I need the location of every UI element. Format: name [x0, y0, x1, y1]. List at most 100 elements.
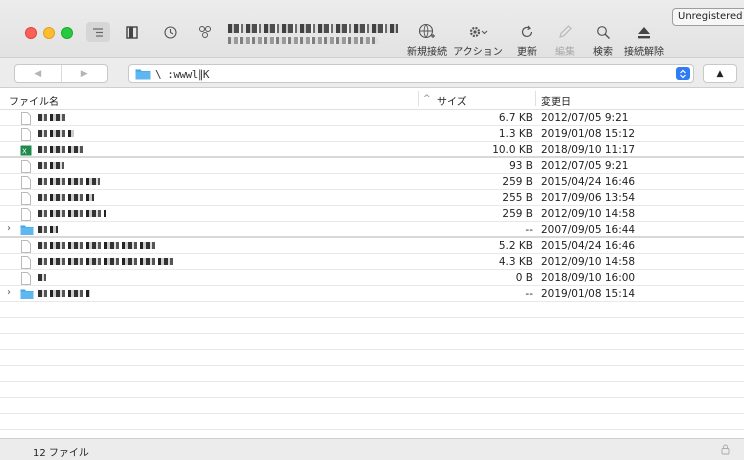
empty-row: [0, 366, 744, 382]
file-modified: 2012/09/10 14:58: [541, 208, 636, 220]
search-label: 検索: [593, 47, 613, 58]
file-size: --: [525, 224, 533, 236]
disconnect-label: 接続解除: [624, 47, 664, 58]
close-window-button[interactable]: [25, 27, 37, 39]
gear-icon: [469, 26, 488, 38]
file-name-redacted: [38, 178, 100, 185]
new-connection-label: 新規接続: [407, 47, 447, 58]
file-modified: 2007/09/05 16:44: [541, 224, 636, 236]
column-divider: [418, 91, 419, 106]
toolbar: 新規接続 アクション 更新 編集 検索 接続解除 Unregistered: [0, 0, 744, 58]
file-name-redacted: [38, 258, 174, 265]
file-name-redacted: [38, 242, 158, 249]
file-modified: 2019/01/08 15:12: [541, 128, 636, 140]
column-size[interactable]: サイズ: [437, 93, 467, 108]
search-button[interactable]: 検索: [588, 20, 618, 58]
file-name-redacted: [38, 194, 94, 201]
file-size: 10.0 KB: [492, 144, 533, 156]
lock-icon: [721, 444, 730, 458]
file-size: 255 B: [502, 192, 533, 204]
back-button[interactable]: ◀: [15, 65, 61, 82]
empty-row: [0, 430, 744, 436]
file-modified: 2015/04/24 16:46: [541, 176, 636, 188]
server-name-redacted: [228, 24, 398, 33]
table-row[interactable]: 259 B 2015/04/24 16:46: [0, 174, 744, 190]
empty-row: [0, 398, 744, 414]
table-row[interactable]: › -- 2019/01/08 15:14: [0, 286, 744, 302]
server-info: [228, 20, 403, 48]
history-icon[interactable]: [160, 22, 180, 42]
file-size: 5.2 KB: [498, 240, 533, 252]
file-size: 1.3 KB: [498, 128, 533, 140]
column-header: ファイル名 ^ サイズ 変更日: [0, 88, 744, 110]
file-size: 259 B: [502, 176, 533, 188]
column-modified[interactable]: 変更日: [541, 93, 571, 108]
file-size: 259 B: [502, 208, 533, 220]
file-name-redacted: [38, 114, 68, 121]
path-dropdown-icon[interactable]: [676, 67, 690, 80]
path-selector[interactable]: \ :wwwl∥K: [128, 64, 694, 83]
file-modified: 2018/09/10 16:00: [541, 272, 636, 284]
refresh-label: 更新: [517, 47, 537, 58]
table-row[interactable]: 5.2 KB 2015/04/24 16:46: [0, 238, 744, 254]
file-list[interactable]: 6.7 KB 2012/07/05 9:21 1.3 KB 2019/01/08…: [0, 110, 744, 436]
table-row[interactable]: › -- 2007/09/05 16:44: [0, 222, 744, 238]
bookmark-icon[interactable]: [122, 22, 142, 42]
svg-text:X: X: [22, 148, 27, 156]
folder-icon: [20, 224, 34, 239]
empty-row: [0, 350, 744, 366]
file-modified: 2019/01/08 15:14: [541, 288, 636, 300]
maximize-window-button[interactable]: [61, 27, 73, 39]
disclosure-triangle-icon[interactable]: ›: [7, 287, 11, 298]
file-modified: 2012/07/05 9:21: [541, 112, 629, 124]
table-row[interactable]: 255 B 2017/09/06 13:54: [0, 190, 744, 206]
edit-button[interactable]: 編集: [550, 20, 580, 58]
folder-name-redacted: [38, 226, 58, 233]
edit-label: 編集: [555, 47, 575, 58]
table-row[interactable]: X 10.0 KB 2018/09/10 11:17: [0, 142, 744, 158]
share-icon[interactable]: [195, 22, 215, 42]
table-row[interactable]: 0 B 2018/09/10 16:00: [0, 270, 744, 286]
file-modified: 2015/04/24 16:46: [541, 240, 636, 252]
history-nav: ◀ ▶: [14, 64, 108, 83]
parent-folder-button[interactable]: ▲: [703, 64, 737, 83]
outline-view-icon[interactable]: [86, 22, 110, 42]
forward-button[interactable]: ▶: [60, 65, 108, 82]
sort-ascending-icon: ^: [423, 94, 431, 104]
empty-row: [0, 302, 744, 318]
new-connection-button[interactable]: 新規接続: [405, 20, 449, 58]
table-row[interactable]: 259 B 2012/09/10 14:58: [0, 206, 744, 222]
file-count: 12 ファイル: [33, 448, 89, 459]
file-modified: 2018/09/10 11:17: [541, 144, 636, 156]
column-divider: [535, 91, 536, 106]
eject-icon: [638, 27, 650, 39]
table-row[interactable]: 4.3 KB 2012/09/10 14:58: [0, 254, 744, 270]
action-label: アクション: [453, 47, 503, 58]
disconnect-button[interactable]: 接続解除: [620, 20, 668, 58]
refresh-button[interactable]: 更新: [512, 20, 542, 58]
table-row[interactable]: 1.3 KB 2019/01/08 15:12: [0, 126, 744, 142]
action-menu-button[interactable]: アクション: [452, 20, 504, 58]
file-size: 93 B: [509, 160, 533, 172]
minimize-window-button[interactable]: [43, 27, 55, 39]
status-bar: 12 ファイル: [0, 438, 744, 460]
search-icon: [596, 26, 610, 39]
folder-icon: [20, 288, 34, 303]
table-row[interactable]: 93 B 2012/07/05 9:21: [0, 158, 744, 174]
disclosure-triangle-icon[interactable]: ›: [7, 223, 11, 234]
refresh-icon: [521, 25, 533, 38]
file-size: 6.7 KB: [498, 112, 533, 124]
table-row[interactable]: 6.7 KB 2012/07/05 9:21: [0, 110, 744, 126]
empty-row: [0, 414, 744, 430]
path-bar: ◀ ▶ \ :wwwl∥K ▲: [0, 58, 744, 88]
file-size: --: [525, 288, 533, 300]
folder-icon: [135, 68, 151, 83]
empty-row: [0, 382, 744, 398]
unregistered-button[interactable]: Unregistered: [672, 8, 744, 26]
file-name-redacted: [38, 210, 106, 217]
empty-row: [0, 334, 744, 350]
column-name[interactable]: ファイル名: [9, 93, 59, 108]
pencil-icon: [559, 25, 572, 38]
current-path: \ :wwwl∥K: [155, 68, 209, 81]
file-size: 0 B: [515, 272, 533, 284]
